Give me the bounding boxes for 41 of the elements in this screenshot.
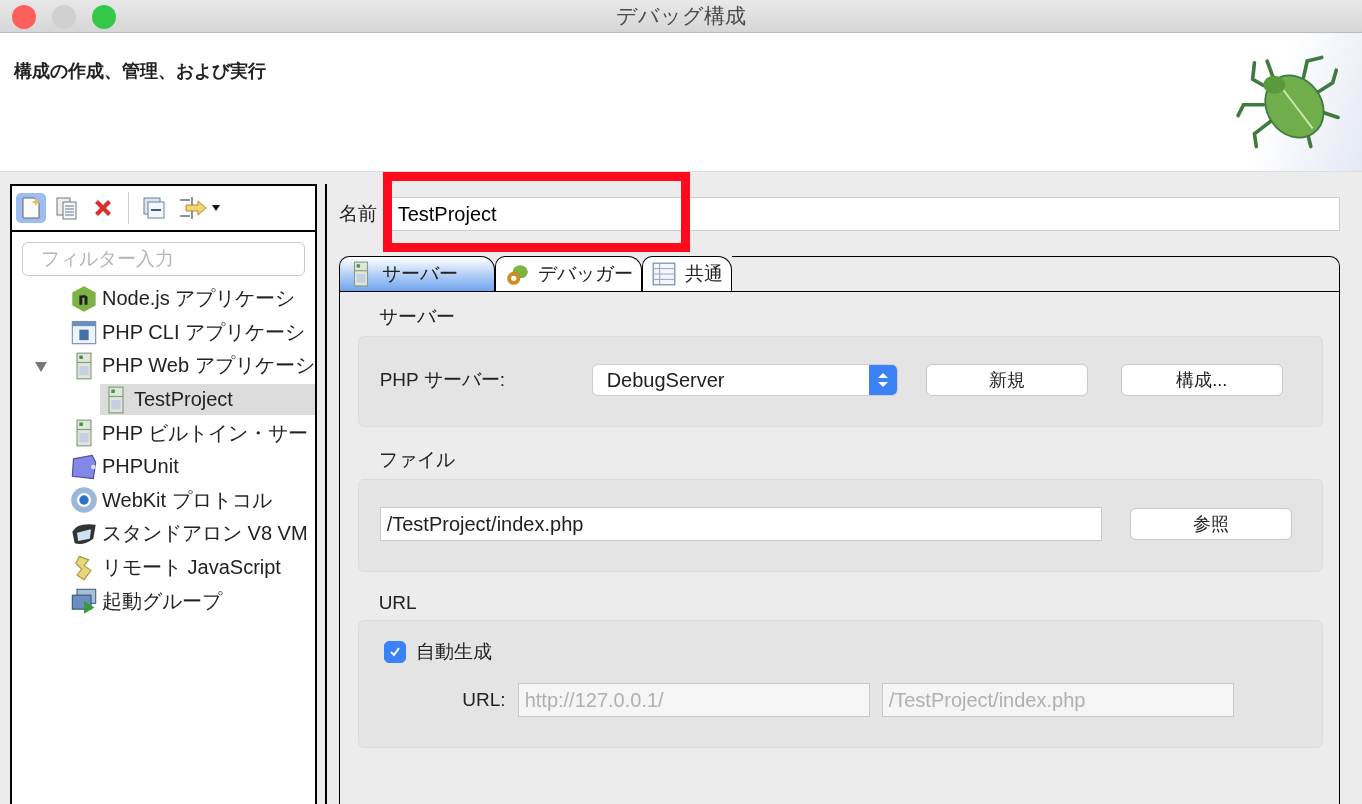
window-icon [70,318,98,347]
globe-icon [70,486,98,515]
checkbox-label: 自動生成 [415,640,492,664]
tree-item[interactable]: TestProject [100,384,315,416]
file-field[interactable]: /TestProject/index.php [379,507,1102,541]
dropdown-arrows-icon [868,365,897,395]
tree-item[interactable]: PHPUnit [68,451,315,483]
tree-item[interactable]: Node.js アプリケーシ [68,283,315,315]
browse-button[interactable]: 参照 [1129,508,1292,540]
tree-item[interactable]: WebKit プロトコル [68,484,315,516]
push-button[interactable]: 構成... [1120,364,1283,396]
name-field[interactable]: TestProject [390,197,1340,231]
launch-group-icon [70,587,98,616]
url-label: URL: [461,689,506,711]
group-heading: ファイル [378,448,455,472]
tree-item[interactable]: 起動グループ [68,585,315,617]
server-dropdown[interactable]: DebugServer [591,364,898,396]
new-document-icon[interactable] [16,193,46,223]
checkbox[interactable] [383,641,406,663]
table-icon [650,261,677,287]
checkmark-icon [387,645,402,659]
group-heading: サーバー [378,305,455,329]
tree-item[interactable]: PHP CLI アプリケーシ [68,316,315,348]
tree-item[interactable]: PHP ビルトイン・サー [68,417,315,449]
filter-field[interactable]: フィルター入力 [22,242,305,276]
header-title: 構成の作成、管理、および実行 [14,60,266,83]
tree-item[interactable]: PHP Web アプリケーシ [68,350,315,382]
push-button[interactable]: 新規 [925,364,1088,396]
zoom-button[interactable] [92,5,116,29]
close-button[interactable] [12,5,36,29]
hexagon-icon [70,284,98,313]
tab[interactable]: サーバー [338,256,495,291]
tab[interactable]: 共通 [641,256,732,291]
name-label: 名前 [338,202,377,226]
window-title: デバッグ構成 [616,3,746,29]
tree-item[interactable]: リモート JavaScript [68,552,315,584]
group-heading: URL [378,592,417,614]
server-label: PHP サーバー: [379,368,506,392]
tree-item[interactable]: スタンドアロン V8 VM [68,518,315,550]
tab[interactable]: デバッガー [494,256,642,291]
wallet-icon [70,452,98,481]
